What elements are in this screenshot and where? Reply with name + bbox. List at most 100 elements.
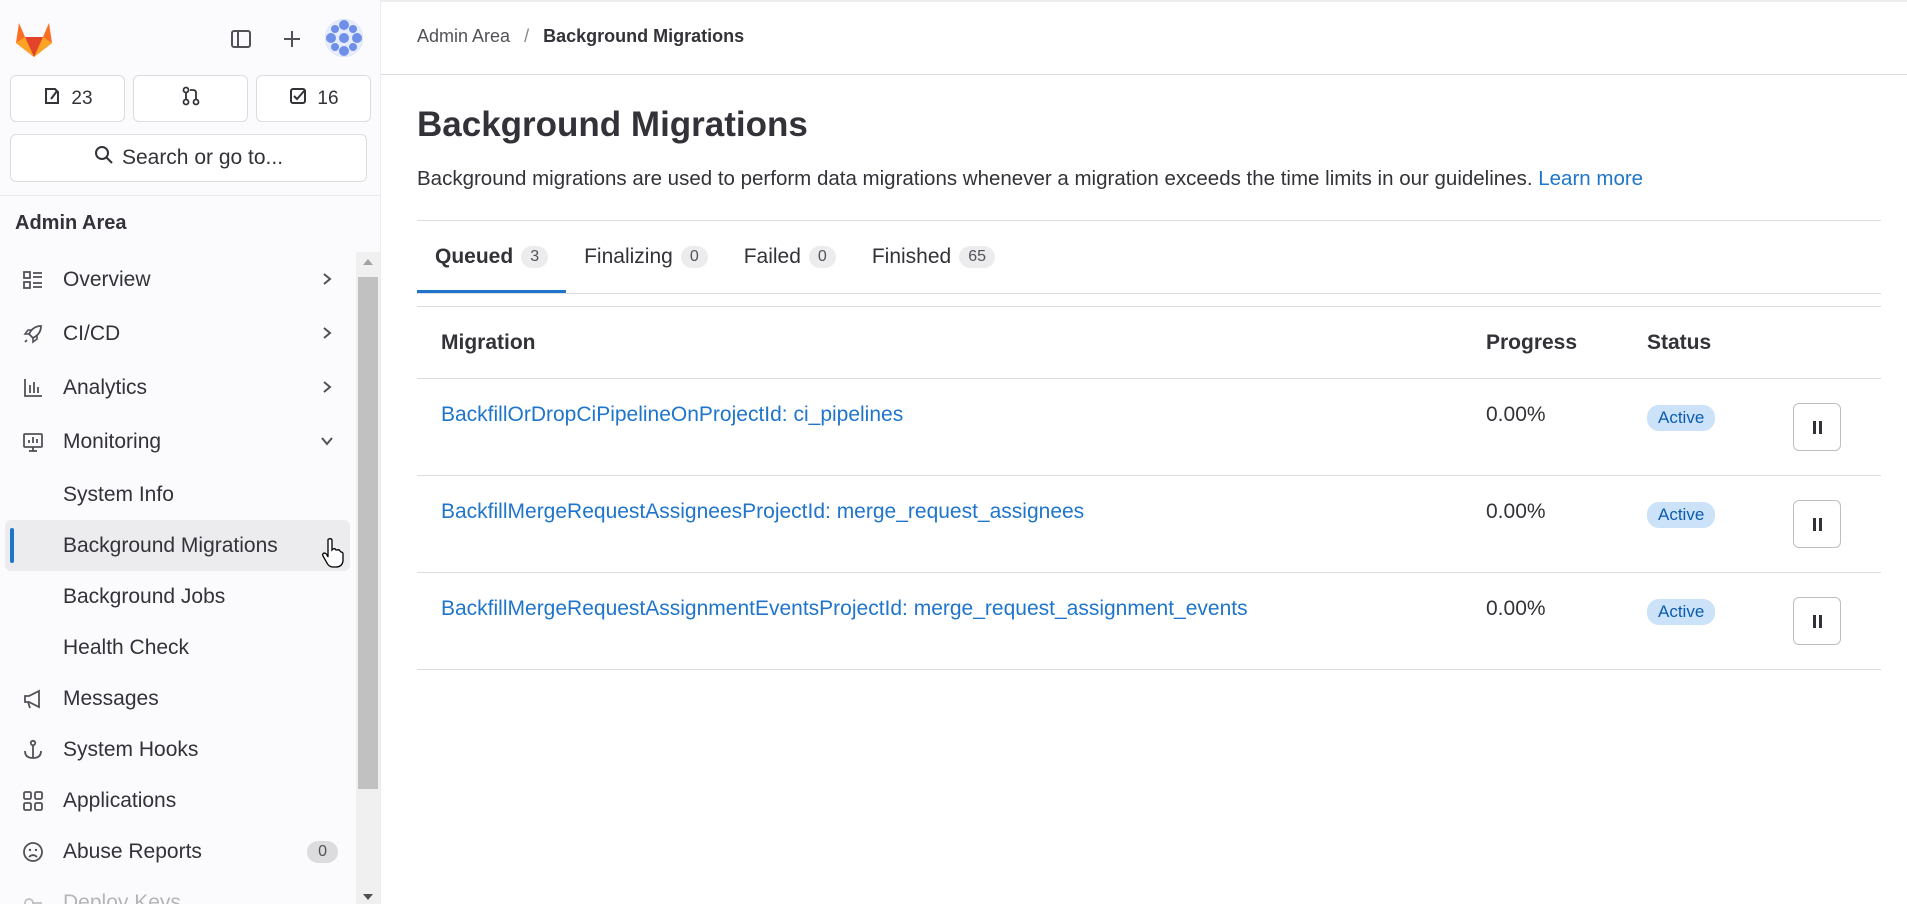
scroll-up-arrow-icon[interactable] [363,259,373,265]
sidebar-toggle-icon[interactable] [224,22,258,56]
sidebar-counters: 23 16 [10,75,371,122]
tab-label: Finished [871,245,952,268]
sidebar-subitem-health-check[interactable]: Health Check [0,622,356,673]
search-button[interactable]: Search or go to... [10,134,367,182]
sidebar-item-label: Background Migrations [63,533,278,557]
tab-failed[interactable]: Failed 0 [726,221,854,293]
pause-button[interactable] [1793,597,1841,645]
sidebar-item-cicd[interactable]: CI/CD [0,307,356,361]
tab-count-badge: 0 [680,246,708,268]
description-text: Background migrations are used to perfor… [417,167,1533,190]
abuse-icon [20,839,46,865]
breadcrumb-separator: / [524,26,530,46]
tab-count-badge: 0 [808,246,836,268]
sidebar-item-label: Background Jobs [63,584,226,608]
sidebar-item-deploy-keys[interactable]: Deploy Keys [0,877,356,904]
active-indicator [10,528,14,563]
anchor-icon [20,737,46,763]
sidebar-item-label: Applications [63,788,177,812]
header-divider [381,74,1907,75]
tab-finished[interactable]: Finished 65 [854,221,1013,293]
sidebar-item-system-hooks[interactable]: System Hooks [0,724,356,775]
migration-link[interactable]: BackfillMergeRequestAssignmentEventsProj… [441,597,1248,621]
sidebar-item-label: Abuse Reports [63,839,202,863]
pause-icon [1812,517,1822,531]
gitlab-logo-icon[interactable] [13,19,55,59]
chevron-right-icon [320,376,334,400]
issues-count-button[interactable]: 23 [10,75,125,122]
sidebar-item-monitoring[interactable]: Monitoring [0,415,356,469]
todos-count-button[interactable]: 16 [256,75,371,122]
breadcrumb: Admin Area / Background Migrations [417,26,744,47]
pause-button[interactable] [1793,500,1841,548]
rocket-icon [20,321,46,347]
migration-link[interactable]: BackfillOrDropCiPipelineOnProjectId: ci_… [441,403,903,427]
tab-count-badge: 3 [521,246,549,268]
migrations-table: Migration Progress Status BackfillOrDrop… [417,307,1881,670]
sidebar-subitem-background-jobs[interactable]: Background Jobs [0,571,356,622]
chart-icon [20,375,46,401]
todos-count: 16 [317,87,339,109]
sidebar-item-abuse-reports[interactable]: Abuse Reports 0 [0,826,356,877]
applications-icon [20,788,46,814]
tab-queued[interactable]: Queued 3 [417,221,567,293]
breadcrumb-admin-area[interactable]: Admin Area [417,26,510,47]
tabs-bottom-divider [417,293,1881,294]
sidebar-item-label: Deploy Keys [63,890,181,904]
sidebar-item-label: CI/CD [63,322,121,345]
page-title: Background Migrations [417,105,808,144]
status-badge: Active [1647,599,1716,625]
sidebar-divider [0,195,380,196]
sidebar-item-overview[interactable]: Overview [0,253,356,307]
chevron-right-icon [320,322,334,346]
page-description: Background migrations are used to perfor… [417,167,1643,191]
bullhorn-icon [20,686,46,712]
status-badge: Active [1647,502,1716,528]
migration-progress: 0.00% [1486,403,1546,426]
sidebar-scrollbar[interactable] [356,252,380,904]
table-row: BackfillOrDropCiPipelineOnProjectId: ci_… [417,379,1881,476]
migration-tabs: Queued 3 Finalizing 0 Failed 0 Finished … [417,221,1013,293]
learn-more-link[interactable]: Learn more [1538,167,1643,190]
top-border [381,0,1907,2]
monitor-icon [20,429,46,455]
sidebar-item-label: Overview [63,268,151,291]
sidebar-item-applications[interactable]: Applications [0,775,356,826]
column-header-progress: Progress [1486,331,1578,354]
avatar[interactable] [325,19,363,57]
chevron-down-icon [320,430,334,454]
sidebar-item-label: System Info [63,482,174,506]
overview-icon [20,267,46,293]
tab-finalizing[interactable]: Finalizing 0 [566,221,726,293]
merge-requests-count-button[interactable] [133,75,248,122]
sidebar-subitem-background-migrations[interactable]: Background Migrations [5,520,350,571]
column-header-status: Status [1647,331,1712,354]
tab-label: Finalizing [584,245,673,268]
chevron-right-icon [320,268,334,292]
sidebar-item-label: Analytics [63,376,148,399]
scrollbar-thumb[interactable] [358,277,378,789]
pause-icon [1812,420,1822,434]
breadcrumb-current[interactable]: Background Migrations [543,26,744,47]
key-icon [20,890,46,904]
sidebar-item-analytics[interactable]: Analytics [0,361,356,415]
plus-icon[interactable] [275,22,309,56]
pause-button[interactable] [1793,403,1841,451]
sidebar: 23 16 Search or go to... Admin Area Over… [0,0,381,904]
abuse-reports-count-badge: 0 [307,840,338,863]
sidebar-item-messages[interactable]: Messages [0,673,356,724]
table-row: BackfillMergeRequestAssignmentEventsProj… [417,573,1881,670]
tab-label: Failed [743,245,801,268]
pause-icon [1812,614,1822,628]
sidebar-item-label: Messages [63,686,159,710]
search-label: Search or go to... [121,146,284,169]
scroll-down-arrow-icon[interactable] [363,894,373,900]
search-icon [94,145,114,171]
table-row: BackfillMergeRequestAssigneesProjectId: … [417,476,1881,573]
todo-icon [288,86,308,112]
migration-link[interactable]: BackfillMergeRequestAssigneesProjectId: … [441,500,1084,524]
tab-count-badge: 65 [959,246,996,268]
sidebar-subitem-system-info[interactable]: System Info [0,469,356,520]
column-header-migration: Migration [441,331,536,354]
sidebar-item-label: System Hooks [63,737,199,761]
